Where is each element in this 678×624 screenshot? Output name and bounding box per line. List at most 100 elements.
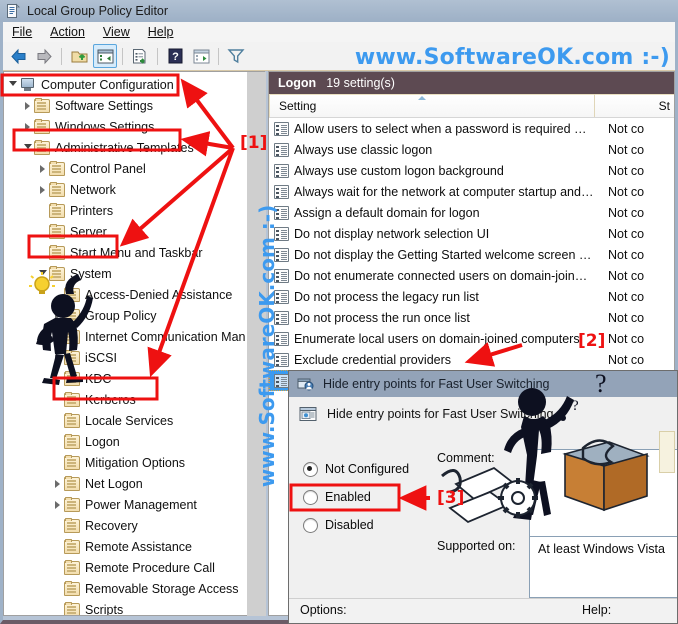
funnel-icon (227, 49, 245, 64)
supported-on-textarea[interactable]: At least Windows Vista (529, 536, 677, 598)
radio-not-configured-button[interactable] (303, 461, 318, 477)
folder-icon (34, 97, 50, 113)
twisty-glyph (55, 500, 60, 509)
up-one-level-button[interactable] (67, 44, 91, 68)
settings-list-row[interactable]: Do not display the Getting Started welco… (269, 244, 674, 265)
settings-list-row[interactable]: Assign a default domain for logon Not co (269, 202, 674, 223)
list-header-bar: Logon 19 setting(s) (269, 72, 674, 94)
chevron-right-icon[interactable] (21, 95, 34, 116)
chevron-right-icon[interactable] (36, 179, 49, 200)
settings-list-row[interactable]: Always use custom logon background Not co (269, 160, 674, 181)
radio-not-configured[interactable]: Not Configured (303, 455, 409, 483)
settings-list-row[interactable]: Exclude credential providers Not co (269, 349, 674, 370)
setting-state: Not co (608, 205, 645, 220)
menu-file[interactable]: File (3, 23, 41, 42)
policy-state-radio-group[interactable]: Not Configured Enabled Disabled (303, 455, 409, 539)
settings-list[interactable]: Allow users to select when a password is… (269, 118, 674, 391)
settings-list-row[interactable]: Do not process the legacy run list Not co (269, 286, 674, 307)
chevron-right-icon[interactable] (21, 116, 34, 137)
tree-item-system[interactable]: System (4, 263, 250, 284)
help-button[interactable]: ? (163, 44, 187, 68)
filter-button[interactable] (224, 44, 248, 68)
radio-enabled-button[interactable] (303, 489, 318, 505)
settings-list-row[interactable]: Enumerate local users on domain-joined c… (269, 328, 674, 349)
tree-item-server[interactable]: Server (4, 221, 250, 242)
export-list-button[interactable] (128, 44, 152, 68)
sort-ascending-icon (418, 96, 426, 100)
folder-icon (49, 244, 65, 260)
tree-item-software-settings[interactable]: Software Settings (4, 95, 250, 116)
tree-item-label: iSCSI (85, 350, 117, 365)
tree-item-recovery[interactable]: Recovery (4, 515, 250, 536)
tree-item-administrative-templates[interactable]: Administrative Templates (4, 137, 250, 158)
tree-item-kdc[interactable]: KDC (4, 368, 250, 389)
tree-item-access-denied-assistance[interactable]: Access-Denied Assistance (4, 284, 250, 305)
chevron-down-icon[interactable] (6, 74, 19, 95)
folder-icon (64, 349, 80, 365)
back-button[interactable] (6, 44, 30, 68)
radio-disabled-label: Disabled (325, 518, 374, 532)
tree-item-computer-configuration[interactable]: Computer Configuration (4, 74, 250, 95)
menu-action[interactable]: Action (41, 23, 94, 42)
settings-list-row[interactable]: Always use classic logon Not co (269, 139, 674, 160)
radio-enabled[interactable]: Enabled (303, 483, 409, 511)
list-column-headers[interactable]: Setting St (269, 94, 674, 118)
folder-icon (64, 307, 80, 323)
settings-list-row[interactable]: Always wait for the network at computer … (269, 181, 674, 202)
tree-item-kerberos[interactable]: Kerberos (4, 389, 250, 410)
show-hide-console-tree-button[interactable] (93, 44, 117, 68)
tree-item-label: Printers (70, 203, 114, 218)
folder-icon (49, 202, 65, 218)
menu-view[interactable]: View (94, 23, 139, 42)
policy-tree[interactable]: Computer Configuration Software Settings W… (4, 74, 250, 615)
computer-icon (19, 77, 36, 92)
settings-list-row[interactable]: Do not display network selection UI Not c… (269, 223, 674, 244)
policy-setting-dialog[interactable]: Hide entry points for Fast User Switchin… (288, 370, 678, 624)
tree-item-group-policy[interactable]: Group Policy (4, 305, 250, 326)
tree-item-network[interactable]: Network (4, 179, 250, 200)
tree-item-net-logon[interactable]: Net Logon (4, 473, 250, 494)
forward-button[interactable] (32, 44, 56, 68)
tree-item-printers[interactable]: Printers (4, 200, 250, 221)
column-header-setting[interactable]: Setting (269, 94, 595, 117)
tree-item-label: Removable Storage Access (85, 581, 239, 596)
tree-item-windows-settings[interactable]: Windows Settings (4, 116, 250, 137)
menu-help[interactable]: Help (139, 23, 183, 42)
settings-list-row[interactable]: Do not enumerate connected users on doma… (269, 265, 674, 286)
chevron-right-icon[interactable] (51, 473, 64, 494)
column-header-state[interactable]: St (595, 94, 674, 117)
chevron-down-icon[interactable] (36, 263, 49, 284)
show-hide-action-pane-button[interactable] (189, 44, 213, 68)
chevron-right-icon[interactable] (36, 158, 49, 179)
tree-item-power-management[interactable]: Power Management (4, 494, 250, 515)
settings-list-row[interactable]: Allow users to select when a password is… (269, 118, 674, 139)
tree-item-mitigation-options[interactable]: Mitigation Options (4, 452, 250, 473)
chevron-right-icon[interactable] (51, 494, 64, 515)
chevron-right-icon[interactable] (51, 305, 64, 326)
title-bar: Local Group Policy Editor (0, 0, 678, 22)
tree-item-scripts[interactable]: Scripts (4, 599, 250, 615)
chevron-down-icon[interactable] (21, 137, 34, 158)
tree-item-iscsi[interactable]: iSCSI (4, 347, 250, 368)
tree-item-logon[interactable]: Logon (4, 431, 250, 452)
tree-item-start-menu-and-taskbar[interactable]: Start Menu and Taskbar (4, 242, 250, 263)
tree-item-label: Start Menu and Taskbar (70, 245, 203, 260)
console-tree-pane[interactable]: Computer Configuration Software Settings W… (3, 71, 265, 616)
menu-bar[interactable]: File Action View Help (3, 22, 675, 43)
tree-item-label: Net Logon (85, 476, 143, 491)
chevron-right-icon[interactable] (51, 347, 64, 368)
folder-icon (49, 160, 65, 176)
tree-item-removable-storage-access[interactable]: Removable Storage Access (4, 578, 250, 599)
settings-list-row[interactable]: Do not process the run once list Not co (269, 307, 674, 328)
chevron-right-icon[interactable] (51, 326, 64, 347)
radio-disabled-button[interactable] (303, 517, 318, 533)
tree-item-internet-communication-man[interactable]: Internet Communication Man (4, 326, 250, 347)
tree-item-control-panel[interactable]: Control Panel (4, 158, 250, 179)
dialog-scroll-stub[interactable] (659, 431, 675, 473)
tree-item-locale-services[interactable]: Locale Services (4, 410, 250, 431)
radio-disabled[interactable]: Disabled (303, 511, 409, 539)
tree-item-remote-assistance[interactable]: Remote Assistance (4, 536, 250, 557)
folder-icon (64, 559, 80, 575)
tree-item-remote-procedure-call[interactable]: Remote Procedure Call (4, 557, 250, 578)
